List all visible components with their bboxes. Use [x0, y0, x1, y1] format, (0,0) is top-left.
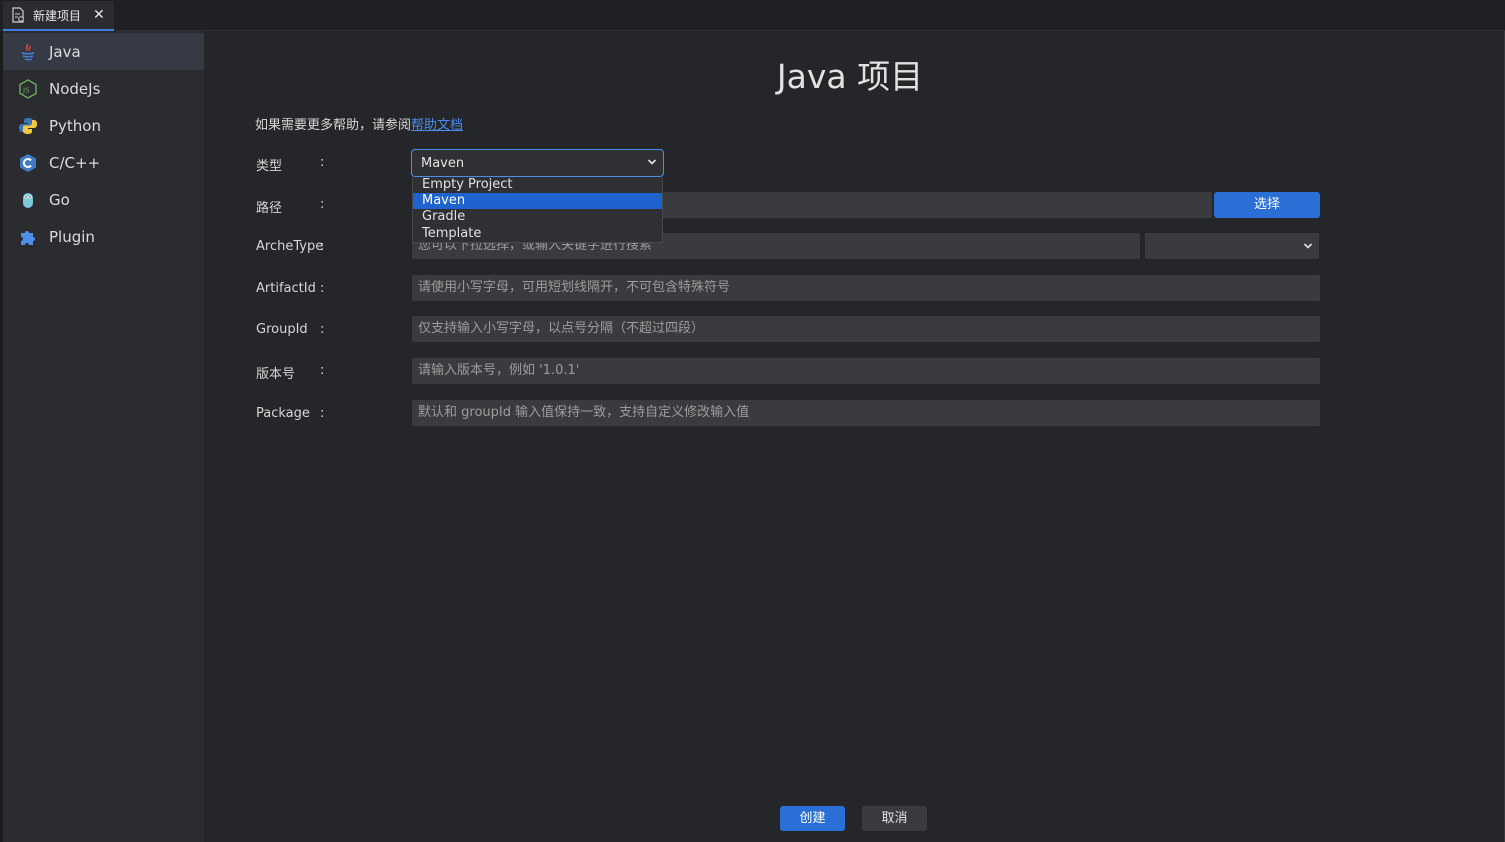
type-colon: :	[320, 155, 325, 170]
sidebar-item-cpp[interactable]: C/C++	[3, 144, 204, 181]
groupid-input[interactable]	[412, 316, 1320, 342]
nodejs-icon: JS	[19, 79, 37, 99]
python-icon	[19, 118, 37, 134]
archetype-version-select[interactable]	[1145, 233, 1319, 259]
dropdown-option-maven[interactable]: Maven	[413, 193, 662, 209]
type-select-value: Maven	[421, 156, 465, 171]
sidebar-item-nodejs[interactable]: JS NodeJs	[3, 70, 204, 107]
artifactid-label: ArtifactId	[256, 281, 316, 296]
archetype-colon: :	[320, 239, 325, 254]
sidebar-item-python[interactable]: Python	[3, 107, 204, 144]
package-label: Package	[256, 406, 310, 421]
sidebar-item-label: NodeJs	[49, 80, 101, 98]
type-select[interactable]: Maven	[411, 149, 664, 177]
groupid-label: GroupId	[256, 322, 308, 337]
dropdown-option-gradle[interactable]: Gradle	[413, 209, 662, 225]
package-input[interactable]	[412, 400, 1320, 426]
path-colon: :	[320, 197, 325, 212]
version-input[interactable]	[412, 358, 1320, 384]
plugin-icon	[21, 231, 35, 245]
artifactid-colon: :	[320, 281, 325, 296]
dropdown-option-template[interactable]: Template	[413, 226, 662, 242]
page-title: Java 项目	[776, 57, 924, 96]
type-dropdown-list: Empty Project Maven Gradle Template	[412, 177, 663, 243]
help-prefix: 如果需要更多帮助，请参阅	[255, 118, 412, 133]
cpp-icon	[20, 154, 36, 172]
tab-bar: 新建项目 ✕	[0, 0, 1505, 31]
sidebar-item-label: Go	[49, 191, 70, 209]
version-label: 版本号	[256, 367, 296, 382]
archetype-label: ArcheType	[256, 239, 324, 254]
dropdown-option-empty-project[interactable]: Empty Project	[413, 177, 662, 193]
help-text: 如果需要更多帮助，请参阅帮助文档	[255, 114, 463, 133]
sidebar-item-label: Plugin	[49, 228, 95, 246]
cancel-button[interactable]: 取消	[862, 806, 927, 831]
type-label: 类型	[256, 159, 283, 174]
create-button[interactable]: 创建	[780, 806, 845, 831]
sidebar-item-go[interactable]: Go	[3, 181, 204, 218]
package-colon: :	[320, 406, 325, 421]
chevron-down-icon	[647, 159, 657, 165]
close-icon[interactable]: ✕	[93, 6, 105, 24]
go-icon	[23, 193, 33, 208]
sidebar: Java JS NodeJs Python C/C++ Go Plugin	[3, 31, 204, 842]
choose-path-button[interactable]: 选择	[1214, 192, 1320, 218]
tab-label: 新建项目	[33, 9, 82, 23]
help-doc-link[interactable]: 帮助文档	[411, 118, 463, 133]
sidebar-item-label: Python	[49, 117, 101, 135]
svg-text:JS: JS	[22, 87, 30, 95]
tab-new-project[interactable]: 新建项目 ✕	[3, 1, 114, 31]
artifactid-input[interactable]	[412, 275, 1320, 301]
sidebar-item-label: C/C++	[49, 154, 101, 172]
groupid-colon: :	[320, 322, 325, 337]
version-colon: :	[320, 363, 325, 378]
new-project-window: 新建项目 ✕ Java JS NodeJs Python C/C++ Go Pl…	[0, 0, 1505, 842]
sidebar-item-java[interactable]: Java	[3, 33, 204, 70]
java-icon	[21, 43, 35, 61]
chevron-down-icon	[1303, 243, 1313, 249]
sidebar-item-plugin[interactable]: Plugin	[3, 218, 204, 255]
sidebar-item-label: Java	[49, 43, 81, 61]
document-icon	[12, 7, 24, 23]
path-label: 路径	[256, 201, 283, 216]
